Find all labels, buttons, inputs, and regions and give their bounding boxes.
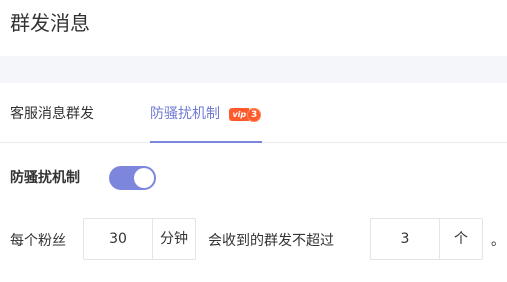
vip-level-icon: 3 xyxy=(247,107,262,122)
page-title: 群发消息 xyxy=(10,11,90,35)
count-input[interactable] xyxy=(371,219,439,259)
tab-anti-harassment[interactable]: 防骚扰机制 vip 3 xyxy=(150,104,263,143)
vip-badge: vip 3 xyxy=(229,107,262,122)
rule-prefix-text: 每个粉丝 xyxy=(10,233,66,249)
rule-middle-text: 会收到的群发不超过 xyxy=(208,233,334,249)
tab-label: 防骚扰机制 xyxy=(150,106,220,122)
rule-suffix-text: 。 xyxy=(491,233,505,249)
header-separator-band xyxy=(0,56,507,83)
tab-customer-service-broadcast[interactable]: 客服消息群发 xyxy=(10,104,94,124)
page: 群发消息 客服消息群发 防骚扰机制 vip 3 防骚扰机制 每个粉丝 分钟 会收… xyxy=(0,0,507,282)
tab-label: 客服消息群发 xyxy=(10,106,94,122)
anti-harassment-toggle[interactable] xyxy=(109,166,156,190)
minutes-field: 分钟 xyxy=(83,218,196,260)
minutes-unit: 分钟 xyxy=(152,219,195,259)
minutes-input[interactable] xyxy=(84,219,152,259)
toggle-knob xyxy=(134,168,154,188)
count-unit: 个 xyxy=(439,219,482,259)
count-field: 个 xyxy=(370,218,483,260)
anti-harassment-label: 防骚扰机制 xyxy=(10,170,80,186)
tab-bar: 客服消息群发 防骚扰机制 vip 3 xyxy=(0,83,507,143)
